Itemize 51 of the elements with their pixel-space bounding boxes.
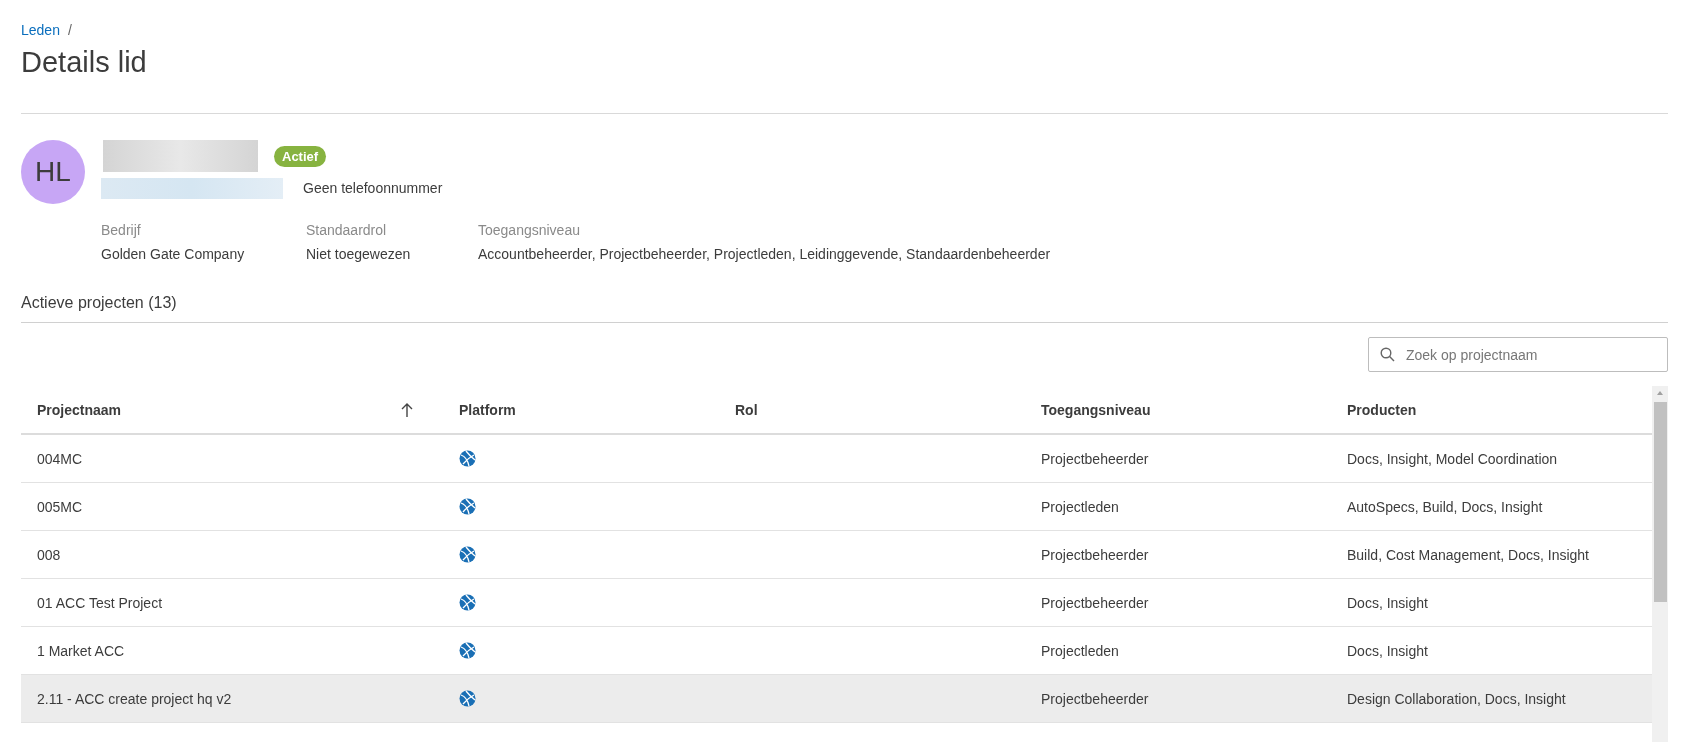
sort-arrow-icon[interactable] — [401, 401, 413, 418]
table-row[interactable]: 2.11 - ACC create project hq v2 Projectbeheerder Design Collaboration, Docs, Insight — [21, 675, 1652, 723]
breadcrumb-link[interactable]: Leden — [21, 22, 60, 38]
column-header[interactable]: Projectnaam — [37, 401, 122, 418]
field-value: Accountbeheerder, Projectbeheerder, Projectleden, Leidinggevende, Standaardenbeheerder — [478, 246, 1051, 262]
table-cell: 008 — [37, 546, 61, 563]
table-cell: Projectbeheerder — [1041, 450, 1149, 467]
table-cell: Design Collaboration, Docs, Insight — [1347, 690, 1566, 707]
field-value: Niet toegewezen — [306, 246, 412, 262]
table-cell: Projectleden — [1041, 642, 1119, 659]
table-cell: Docs, Insight, Model Coordination — [1347, 450, 1558, 467]
table-row[interactable]: 01 ACC Test Project Projectbeheerder Docs, Insight — [21, 579, 1652, 627]
table-cell: 01 ACC Test Project — [37, 594, 163, 611]
column-header[interactable]: Rol — [735, 401, 758, 418]
table-cell: Projectleden — [1041, 498, 1119, 515]
scrollbar[interactable] — [1652, 386, 1668, 742]
table-cell: Projectbeheerder — [1041, 690, 1149, 707]
status-badge: Actief — [274, 145, 327, 167]
search-field[interactable]: Zoek op projectnaam — [1368, 337, 1668, 372]
table-cell: Docs, Insight — [1347, 594, 1428, 611]
table-cell: 1 Market ACC — [37, 642, 125, 659]
table-cell: 005MC — [37, 498, 83, 515]
breadcrumb-separator: / — [67, 22, 72, 38]
globe-icon — [459, 546, 476, 563]
table-cell: Docs, Insight — [1347, 642, 1428, 659]
table-cell: Projectbeheerder — [1041, 546, 1149, 563]
column-header[interactable]: Platform — [459, 401, 516, 418]
section-title: Actieve projecten (13) — [21, 294, 178, 312]
avatar: HL — [21, 140, 85, 204]
column-header[interactable]: Producten — [1347, 401, 1417, 418]
field-label: Standaardrol — [306, 222, 388, 238]
table-row[interactable]: 005MC Projectleden AutoSpecs, Build, Docs, Insight — [21, 483, 1652, 531]
table-cell: 2.11 - ACC create project hq v2 — [37, 690, 232, 707]
column-header[interactable]: Toegangsniveau — [1041, 401, 1151, 418]
globe-icon — [459, 594, 476, 611]
phone-text: Geen telefoonnummer — [303, 180, 443, 196]
globe-icon — [459, 450, 476, 467]
search-icon — [1380, 347, 1395, 362]
table-row[interactable]: 004MC Projectbeheerder Docs, Insight, Model Coordination — [21, 435, 1652, 483]
globe-icon — [459, 498, 476, 515]
table-cell: AutoSpecs, Build, Docs, Insight — [1347, 498, 1543, 515]
globe-icon — [459, 690, 476, 707]
field-label: Toegangsniveau — [478, 222, 581, 238]
table-row[interactable]: 008 Projectbeheerder Build, Cost Management, Docs, Insight — [21, 531, 1652, 579]
table-cell: 004MC — [37, 450, 83, 467]
table-cell: Projectbeheerder — [1041, 594, 1149, 611]
globe-icon — [459, 642, 476, 659]
field-label: Bedrijf — [101, 222, 142, 238]
table-cell: Build, Cost Management, Docs, Insight — [1347, 546, 1589, 563]
field-value: Golden Gate Company — [101, 246, 246, 262]
page-title: Details lid — [21, 46, 148, 80]
